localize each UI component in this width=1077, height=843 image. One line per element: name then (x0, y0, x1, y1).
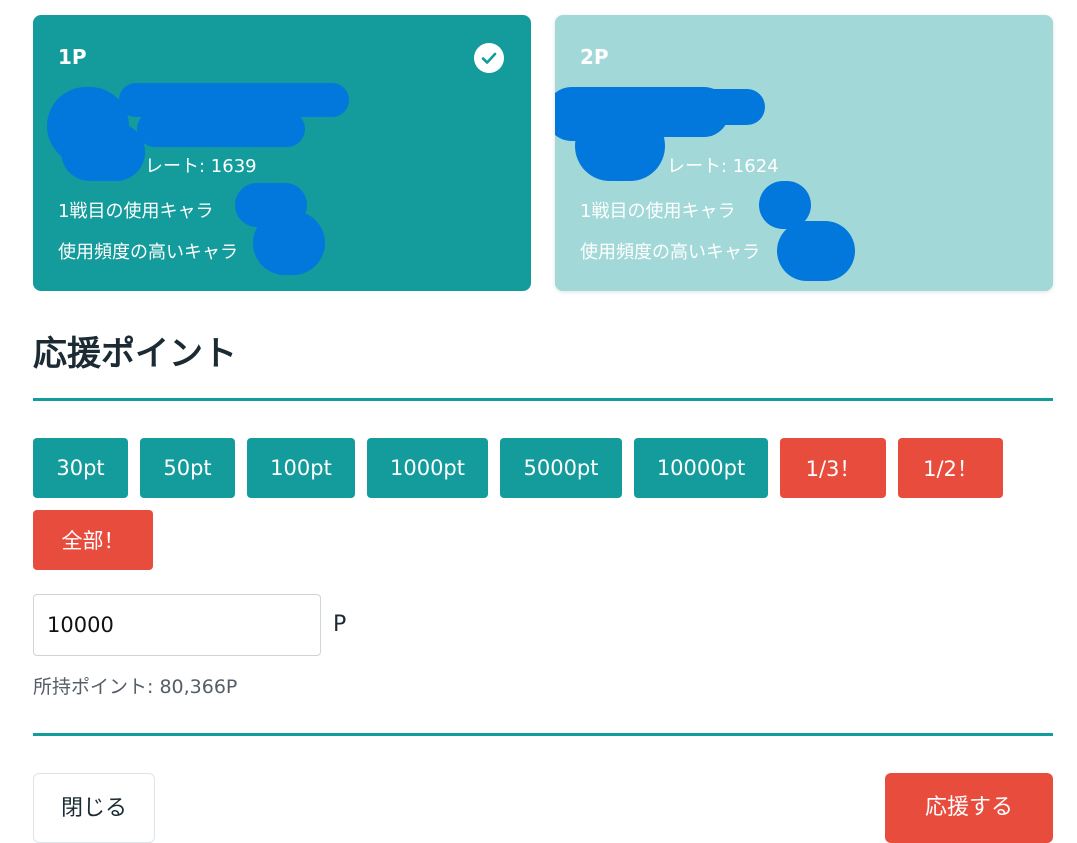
ratio-button-half[interactable]: 1/2！ (898, 438, 1003, 498)
amount-button-5000[interactable]: 5000pt (500, 438, 622, 498)
support-points-title: 応援ポイント (33, 334, 237, 374)
divider (33, 733, 1053, 736)
player2-frequent-character: 使用頻度の高いキャラ (580, 242, 760, 263)
player1-card[interactable]: 1P レート: 1639 1戦目の使用キャラ 使用頻度の高いキャラ (33, 15, 531, 291)
player2-first-character: 1戦目の使用キャラ (580, 201, 736, 222)
player1-label: 1P (58, 45, 87, 69)
player2-card[interactable]: 2P レート: 1624 1戦目の使用キャラ 使用頻度の高いキャラ (555, 15, 1053, 291)
support-button[interactable]: 応援する (885, 773, 1053, 843)
ratio-button-all[interactable]: 全部！ (33, 510, 153, 570)
player1-first-character: 1戦目の使用キャラ (58, 201, 214, 222)
amount-button-1000[interactable]: 1000pt (367, 438, 488, 498)
amount-input[interactable] (33, 594, 321, 656)
player2-rate: レート: 1624 (667, 156, 779, 177)
amount-button-10000[interactable]: 10000pt (634, 438, 768, 498)
player1-rate: レート: 1639 (145, 156, 257, 177)
divider (33, 398, 1053, 401)
owned-points: 所持ポイント: 80,366P (33, 676, 238, 698)
player2-label: 2P (580, 45, 609, 69)
close-button[interactable]: 閉じる (33, 773, 155, 843)
amount-button-100[interactable]: 100pt (247, 438, 355, 498)
amount-button-30[interactable]: 30pt (33, 438, 128, 498)
amount-button-50[interactable]: 50pt (140, 438, 235, 498)
player1-frequent-character: 使用頻度の高いキャラ (58, 242, 238, 263)
check-circle-icon (474, 43, 504, 73)
ratio-button-one-third[interactable]: 1/3！ (780, 438, 886, 498)
amount-unit: P (333, 612, 347, 637)
